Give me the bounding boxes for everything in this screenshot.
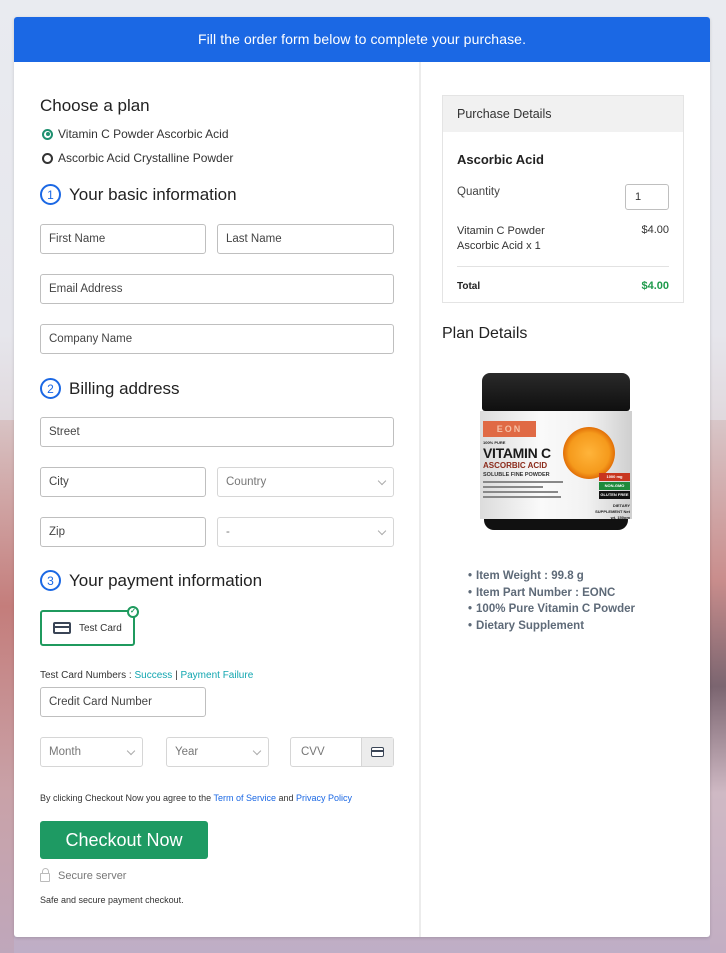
total-label: Total: [457, 281, 481, 292]
quantity-label: Quantity: [457, 186, 500, 198]
line-item-price: $4.00: [641, 224, 669, 236]
divider: [457, 266, 669, 267]
agree-and: and: [275, 793, 296, 803]
purchase-details-heading: Purchase Details: [443, 96, 683, 132]
privacy-link[interactable]: Privacy Policy: [296, 793, 352, 803]
order-form-card: Fill the order form below to complete yo…: [14, 17, 710, 937]
chevron-down-icon: [377, 526, 387, 536]
step-3-icon: 3: [40, 570, 61, 591]
tag-non-gmo: NON-GMO: [599, 482, 630, 490]
zip-input[interactable]: Zip: [40, 517, 206, 547]
plan-option-crystalline[interactable]: Ascorbic Acid Crystalline Powder: [42, 151, 233, 165]
chevron-down-icon: [126, 746, 136, 756]
orange-slice-graphic: [563, 427, 615, 479]
tag-gluten-free: GLUTEN FREE: [599, 491, 630, 499]
company-input[interactable]: Company Name: [40, 324, 394, 354]
month-select[interactable]: Month: [40, 737, 143, 767]
banner: Fill the order form below to complete yo…: [14, 17, 710, 62]
secure-server: Secure server: [40, 868, 127, 882]
checkout-now-button[interactable]: Checkout Now: [40, 821, 208, 859]
spec-item: Item Part Number : EONC: [468, 585, 635, 602]
label-big: VITAMIN C: [483, 445, 551, 461]
basic-info-heading: 1 Your basic information: [40, 184, 237, 205]
label-sub2: SOLUBLE FINE POWDER: [483, 472, 550, 478]
state-select-value: -: [226, 526, 230, 538]
agree-prefix: By clicking Checkout Now you agree to th…: [40, 793, 214, 803]
payment-failure-link[interactable]: Payment Failure: [180, 670, 253, 681]
background-scenery-left: [0, 420, 14, 953]
background-scenery-right: [710, 420, 726, 953]
plan-option-label: Vitamin C Powder Ascorbic Acid: [58, 127, 229, 141]
chevron-down-icon: [377, 476, 387, 486]
step-2-icon: 2: [40, 378, 61, 399]
credit-card-icon: [53, 622, 71, 634]
secure-label: Secure server: [58, 869, 127, 882]
city-input[interactable]: City: [40, 467, 206, 497]
first-name-input[interactable]: First Name: [40, 224, 206, 254]
section-title: Your payment information: [69, 570, 263, 590]
step-1-icon: 1: [40, 184, 61, 205]
tag-1000mg: 1000 mg: [599, 473, 630, 481]
fine-print: [483, 496, 561, 498]
spec-item: Item Weight : 99.8 g: [468, 568, 635, 585]
state-select[interactable]: -: [217, 517, 394, 547]
radio-selected-icon[interactable]: [42, 128, 53, 140]
month-select-value: Month: [49, 746, 81, 758]
payment-heading: 3 Your payment information: [40, 570, 262, 591]
safe-checkout-text: Safe and secure payment checkout.: [40, 895, 184, 905]
purchase-details: Purchase Details Ascorbic Acid Quantity …: [442, 95, 684, 303]
billing-heading: 2 Billing address: [40, 378, 180, 399]
terms-link[interactable]: Term of Service: [213, 793, 276, 803]
fine-print: [483, 481, 563, 483]
street-input[interactable]: Street: [40, 417, 394, 447]
cvv-input[interactable]: CVV: [290, 737, 394, 767]
label-sub: ASCORBIC ACID: [483, 461, 548, 470]
spec-item: 100% Pure Vitamin C Powder: [468, 601, 635, 618]
quantity-input[interactable]: 1: [625, 184, 669, 210]
test-card-label: Test Card: [79, 622, 122, 634]
agreement-text: By clicking Checkout Now you agree to th…: [40, 793, 352, 803]
country-select[interactable]: Country: [217, 467, 394, 497]
plan-option-label: Ascorbic Acid Crystalline Powder: [58, 151, 234, 165]
credit-card-icon: [371, 747, 384, 757]
success-link[interactable]: Success: [134, 670, 172, 681]
chevron-down-icon: [252, 746, 262, 756]
jar-base: [484, 519, 628, 530]
choose-plan-heading: Choose a plan: [40, 96, 150, 115]
test-card-method[interactable]: Test Card ✓: [40, 606, 139, 646]
check-circle-icon: ✓: [127, 606, 139, 618]
product-title: Ascorbic Acid: [457, 152, 544, 167]
plan-specs-list: Item Weight : 99.8 g Item Part Number : …: [468, 568, 635, 634]
plan-option-vitamin-c[interactable]: Vitamin C Powder Ascorbic Acid: [42, 127, 229, 141]
radio-unselected-icon[interactable]: [42, 152, 53, 164]
email-input[interactable]: Email Address: [40, 274, 394, 304]
lock-icon: [40, 868, 50, 882]
year-select[interactable]: Year: [166, 737, 269, 767]
country-select-value: Country: [226, 476, 267, 488]
credit-card-number-input[interactable]: Credit Card Number: [40, 687, 206, 717]
brand-logo: EON: [483, 421, 536, 437]
fine-print: [483, 491, 558, 493]
cvv-help-button[interactable]: [361, 738, 393, 766]
product-image: EON 100% PURE VITAMIN C ASCORBIC ACID SO…: [480, 373, 632, 530]
plan-details-heading: Plan Details: [442, 325, 528, 342]
section-title: Your basic information: [69, 184, 237, 204]
separator: |: [175, 670, 178, 681]
test-card-numbers: Test Card Numbers : Success | Payment Fa…: [40, 670, 253, 681]
year-select-value: Year: [175, 746, 199, 758]
order-form: Choose a plan Vitamin C Powder Ascorbic …: [14, 62, 421, 937]
test-numbers-label: Test Card Numbers :: [40, 670, 135, 681]
cvv-placeholder: CVV: [301, 746, 325, 758]
summary-panel: Purchase Details Ascorbic Acid Quantity …: [423, 62, 710, 937]
line-item-name: Vitamin C Powder Ascorbic Acid x 1: [457, 225, 545, 252]
section-title: Billing address: [69, 378, 180, 398]
jar-label: EON 100% PURE VITAMIN C ASCORBIC ACID SO…: [480, 411, 632, 520]
fine-print: [483, 486, 543, 488]
last-name-input[interactable]: Last Name: [217, 224, 394, 254]
spec-item: Dietary Supplement: [468, 618, 635, 635]
total-value: $4.00: [641, 280, 669, 292]
jar-lid: [482, 373, 630, 411]
